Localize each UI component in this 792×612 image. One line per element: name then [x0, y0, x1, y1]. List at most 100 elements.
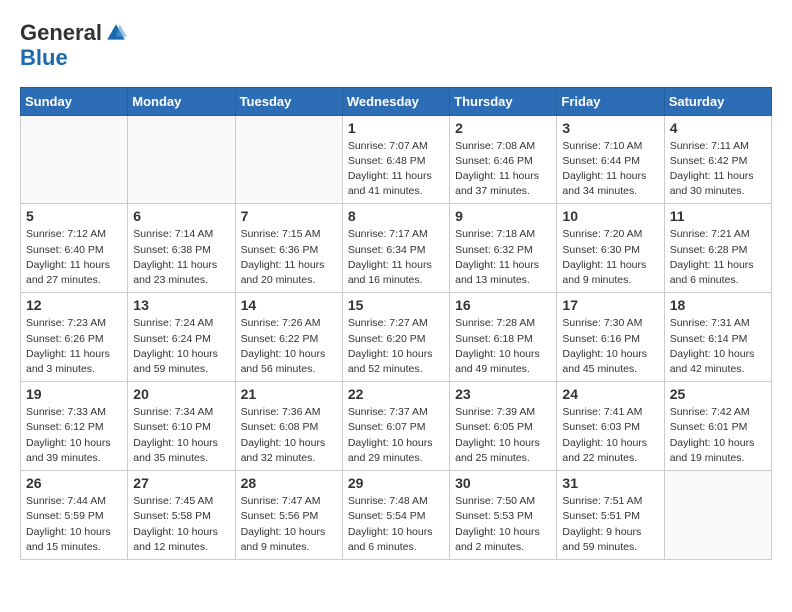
calendar-cell: 28Sunrise: 7:47 AM Sunset: 5:56 PM Dayli…: [235, 471, 342, 560]
day-number: 20: [133, 386, 229, 402]
day-number: 4: [670, 120, 766, 136]
weekday-header-tuesday: Tuesday: [235, 87, 342, 115]
day-info: Sunrise: 7:11 AM Sunset: 6:42 PM Dayligh…: [670, 139, 766, 200]
page-header: General Blue: [20, 20, 772, 71]
calendar-cell: 31Sunrise: 7:51 AM Sunset: 5:51 PM Dayli…: [557, 471, 664, 560]
day-info: Sunrise: 7:18 AM Sunset: 6:32 PM Dayligh…: [455, 227, 551, 288]
calendar-cell: 9 Sunrise: 7:18 AM Sunset: 6:32 PM Daylig…: [450, 204, 557, 293]
day-info: Sunrise: 7:39 AM Sunset: 6:05 PM Dayligh…: [455, 405, 551, 466]
day-info: Sunrise: 7:36 AM Sunset: 6:08 PM Dayligh…: [241, 405, 337, 466]
week-row-5: 26Sunrise: 7:44 AM Sunset: 5:59 PM Dayli…: [21, 471, 772, 560]
weekday-header-sunday: Sunday: [21, 87, 128, 115]
day-number: 9: [455, 208, 551, 224]
calendar-cell: 21 Sunrise: 7:36 AM Sunset: 6:08 PM Dayli…: [235, 382, 342, 471]
logo-container: General Blue: [20, 20, 127, 71]
day-number: 17: [562, 297, 658, 313]
day-number: 29: [348, 475, 444, 491]
calendar-cell: 29 Sunrise: 7:48 AM Sunset: 5:54 PM Dayli…: [342, 471, 449, 560]
week-row-4: 19 Sunrise: 7:33 AM Sunset: 6:12 PM Dayli…: [21, 382, 772, 471]
calendar-cell: 19 Sunrise: 7:33 AM Sunset: 6:12 PM Dayli…: [21, 382, 128, 471]
day-number: 31: [562, 475, 658, 491]
day-info: Sunrise: 7:34 AM Sunset: 6:10 PM Dayligh…: [133, 405, 229, 466]
calendar-cell: 17 Sunrise: 7:30 AM Sunset: 6:16 PM Dayli…: [557, 293, 664, 382]
calendar-cell: 30Sunrise: 7:50 AM Sunset: 5:53 PM Dayli…: [450, 471, 557, 560]
day-info: Sunrise: 7:26 AM Sunset: 6:22 PM Dayligh…: [241, 316, 337, 377]
calendar-cell: 20 Sunrise: 7:34 AM Sunset: 6:10 PM Dayli…: [128, 382, 235, 471]
day-number: 21: [241, 386, 337, 402]
day-number: 25: [670, 386, 766, 402]
day-info: Sunrise: 7:30 AM Sunset: 6:16 PM Dayligh…: [562, 316, 658, 377]
day-info: Sunrise: 7:42 AM Sunset: 6:01 PM Dayligh…: [670, 405, 766, 466]
day-number: 22: [348, 386, 444, 402]
calendar-cell: 11Sunrise: 7:21 AM Sunset: 6:28 PM Dayli…: [664, 204, 771, 293]
calendar-cell: 7Sunrise: 7:15 AM Sunset: 6:36 PM Daylig…: [235, 204, 342, 293]
calendar-cell: 16Sunrise: 7:28 AM Sunset: 6:18 PM Dayli…: [450, 293, 557, 382]
day-number: 26: [26, 475, 122, 491]
calendar-cell: 8 Sunrise: 7:17 AM Sunset: 6:34 PM Daylig…: [342, 204, 449, 293]
logo-blue-text: Blue: [20, 45, 127, 70]
day-number: 19: [26, 386, 122, 402]
calendar-cell: 12Sunrise: 7:23 AM Sunset: 6:26 PM Dayli…: [21, 293, 128, 382]
logo-icon: [105, 22, 127, 44]
day-number: 14: [241, 297, 337, 313]
calendar-cell: 26Sunrise: 7:44 AM Sunset: 5:59 PM Dayli…: [21, 471, 128, 560]
day-info: Sunrise: 7:50 AM Sunset: 5:53 PM Dayligh…: [455, 494, 551, 555]
calendar-cell: 6Sunrise: 7:14 AM Sunset: 6:38 PM Daylig…: [128, 204, 235, 293]
calendar-cell: [235, 115, 342, 204]
week-row-1: 1 Sunrise: 7:07 AM Sunset: 6:48 PM Daylig…: [21, 115, 772, 204]
calendar-cell: 1 Sunrise: 7:07 AM Sunset: 6:48 PM Daylig…: [342, 115, 449, 204]
day-number: 18: [670, 297, 766, 313]
day-info: Sunrise: 7:27 AM Sunset: 6:20 PM Dayligh…: [348, 316, 444, 377]
calendar-cell: 18 Sunrise: 7:31 AM Sunset: 6:14 PM Dayli…: [664, 293, 771, 382]
calendar-cell: [128, 115, 235, 204]
day-number: 6: [133, 208, 229, 224]
day-info: Sunrise: 7:08 AM Sunset: 6:46 PM Dayligh…: [455, 139, 551, 200]
weekday-header-monday: Monday: [128, 87, 235, 115]
weekday-header-wednesday: Wednesday: [342, 87, 449, 115]
calendar-cell: 13Sunrise: 7:24 AM Sunset: 6:24 PM Dayli…: [128, 293, 235, 382]
calendar-cell: 15 Sunrise: 7:27 AM Sunset: 6:20 PM Dayli…: [342, 293, 449, 382]
day-info: Sunrise: 7:41 AM Sunset: 6:03 PM Dayligh…: [562, 405, 658, 466]
calendar-cell: [664, 471, 771, 560]
calendar-cell: 14 Sunrise: 7:26 AM Sunset: 6:22 PM Dayli…: [235, 293, 342, 382]
weekday-header-friday: Friday: [557, 87, 664, 115]
day-number: 1: [348, 120, 444, 136]
calendar-cell: 24 Sunrise: 7:41 AM Sunset: 6:03 PM Dayli…: [557, 382, 664, 471]
weekday-header-saturday: Saturday: [664, 87, 771, 115]
day-info: Sunrise: 7:17 AM Sunset: 6:34 PM Dayligh…: [348, 227, 444, 288]
weekday-header-thursday: Thursday: [450, 87, 557, 115]
day-number: 8: [348, 208, 444, 224]
day-number: 28: [241, 475, 337, 491]
day-number: 3: [562, 120, 658, 136]
day-number: 23: [455, 386, 551, 402]
logo: General Blue: [20, 20, 127, 71]
day-info: Sunrise: 7:07 AM Sunset: 6:48 PM Dayligh…: [348, 139, 444, 200]
day-info: Sunrise: 7:37 AM Sunset: 6:07 PM Dayligh…: [348, 405, 444, 466]
day-number: 24: [562, 386, 658, 402]
week-row-2: 5 Sunrise: 7:12 AM Sunset: 6:40 PM Daylig…: [21, 204, 772, 293]
calendar-cell: 23 Sunrise: 7:39 AM Sunset: 6:05 PM Dayli…: [450, 382, 557, 471]
day-info: Sunrise: 7:48 AM Sunset: 5:54 PM Dayligh…: [348, 494, 444, 555]
day-number: 7: [241, 208, 337, 224]
day-number: 2: [455, 120, 551, 136]
day-info: Sunrise: 7:10 AM Sunset: 6:44 PM Dayligh…: [562, 139, 658, 200]
day-info: Sunrise: 7:31 AM Sunset: 6:14 PM Dayligh…: [670, 316, 766, 377]
calendar-cell: 27 Sunrise: 7:45 AM Sunset: 5:58 PM Dayli…: [128, 471, 235, 560]
calendar-cell: 4 Sunrise: 7:11 AM Sunset: 6:42 PM Daylig…: [664, 115, 771, 204]
day-info: Sunrise: 7:12 AM Sunset: 6:40 PM Dayligh…: [26, 227, 122, 288]
day-number: 15: [348, 297, 444, 313]
day-info: Sunrise: 7:33 AM Sunset: 6:12 PM Dayligh…: [26, 405, 122, 466]
weekday-header-row: SundayMondayTuesdayWednesdayThursdayFrid…: [21, 87, 772, 115]
calendar-cell: 22 Sunrise: 7:37 AM Sunset: 6:07 PM Dayli…: [342, 382, 449, 471]
calendar-cell: 3 Sunrise: 7:10 AM Sunset: 6:44 PM Daylig…: [557, 115, 664, 204]
calendar-cell: [21, 115, 128, 204]
calendar-cell: 10Sunrise: 7:20 AM Sunset: 6:30 PM Dayli…: [557, 204, 664, 293]
day-number: 27: [133, 475, 229, 491]
day-number: 13: [133, 297, 229, 313]
day-info: Sunrise: 7:45 AM Sunset: 5:58 PM Dayligh…: [133, 494, 229, 555]
calendar-table: SundayMondayTuesdayWednesdayThursdayFrid…: [20, 87, 772, 560]
calendar-cell: 5 Sunrise: 7:12 AM Sunset: 6:40 PM Daylig…: [21, 204, 128, 293]
day-number: 16: [455, 297, 551, 313]
day-number: 12: [26, 297, 122, 313]
day-number: 5: [26, 208, 122, 224]
